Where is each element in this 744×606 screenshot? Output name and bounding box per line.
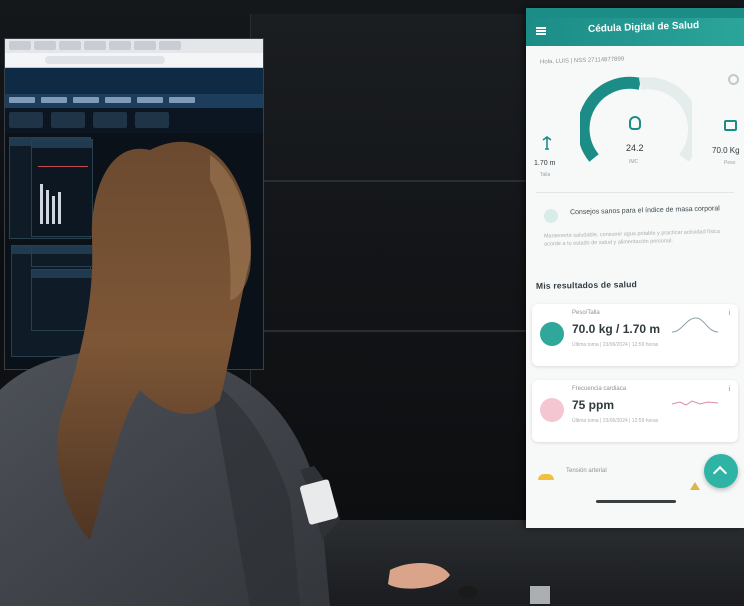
chevron-up-icon — [712, 465, 728, 481]
dashboard-menu — [5, 94, 263, 108]
weight-label: Peso — [724, 160, 736, 166]
result-card-weight[interactable]: Peso/Talla 70.0 kg / 1.70 m Última toma … — [532, 304, 738, 366]
result-card-heart-rate[interactable]: Frecuencia cardiaca 75 ppm Última toma |… — [532, 380, 738, 442]
health-app-screen: Cédula Digital de Salud Hola, LUIS | NSS… — [526, 8, 744, 528]
heart-icon — [540, 398, 564, 422]
scale-icon — [540, 322, 564, 346]
warning-icon — [690, 482, 700, 490]
browser-tab-strip — [5, 39, 263, 53]
wall-seam — [250, 330, 535, 332]
result-label: Frecuencia cardiaca — [572, 386, 627, 392]
info-icon[interactable]: i — [728, 310, 730, 317]
bmi-label: IMC — [629, 159, 639, 165]
dashboard-card — [31, 245, 93, 267]
browser-address-bar — [5, 53, 263, 68]
trend-sparkline — [672, 400, 718, 406]
result-label: Peso/Talla — [572, 310, 600, 316]
scroll-up-button[interactable] — [704, 454, 738, 488]
user-id-line: Hola, LUIS | NSS 27114877899 — [539, 56, 625, 66]
weight-value: 70.0 Kg — [712, 146, 740, 155]
dashboard-monitor — [4, 38, 264, 370]
floor — [0, 520, 744, 606]
status-bar — [526, 8, 744, 18]
divider — [536, 192, 734, 193]
result-meta: Última toma | 23/06/2024 | 12:59 horas — [572, 418, 659, 424]
results-section-title: Mis resultados de salud — [535, 279, 638, 291]
dashboard-header — [5, 68, 263, 94]
dashboard-body — [5, 133, 263, 369]
home-indicator — [596, 500, 676, 503]
blood-pressure-icon — [538, 474, 554, 480]
gear-icon[interactable] — [728, 74, 739, 85]
bmi-value: 24.2 — [626, 143, 644, 153]
tip-title[interactable]: Consejos sanos para el índice de masa co… — [570, 204, 740, 217]
result-value: 75 ppm — [572, 398, 615, 412]
height-label: Talla — [540, 172, 551, 178]
height-value: 1.70 m — [534, 160, 556, 167]
height-icon — [542, 136, 552, 150]
tip-body: Mantenerte saludable, consumir agua pota… — [543, 228, 721, 248]
dashboard-kpis — [5, 108, 263, 134]
dashboard-card — [31, 269, 93, 331]
lightbulb-icon — [544, 209, 558, 223]
photo-scene: Cédula Digital de Salud Hola, LUIS | NSS… — [0, 0, 744, 606]
result-meta: Última toma | 23/06/2024 | 12:59 horas — [572, 342, 659, 348]
info-icon[interactable]: i — [728, 386, 730, 393]
blood-pressure-label: Tensión arterial — [566, 468, 607, 474]
scale-icon — [724, 120, 737, 131]
menu-icon[interactable] — [536, 27, 546, 35]
body-icon — [629, 116, 641, 130]
wall-display-panel — [250, 14, 536, 534]
wall-seam — [250, 180, 535, 182]
result-value: 70.0 kg / 1.70 m — [572, 322, 661, 336]
trend-sparkline — [672, 317, 718, 333]
dashboard-chart — [31, 139, 93, 237]
